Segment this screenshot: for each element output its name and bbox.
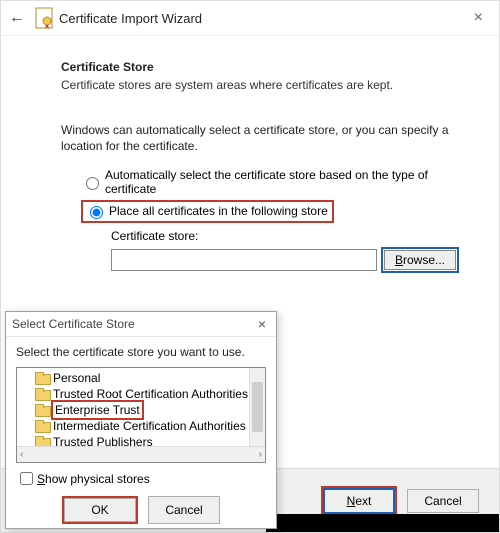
browse-highlight: Browse... [381, 247, 459, 273]
folder-icon [35, 404, 49, 416]
modal-title: Select Certificate Store [12, 317, 135, 331]
folder-icon [35, 372, 49, 384]
wizard-window: ← Certificate Import Wizard × Certificat… [1, 1, 499, 532]
store-label: Certificate store: [111, 229, 459, 243]
ok-highlight: OK [62, 496, 138, 524]
modal-instruction: Select the certificate store you want to… [16, 345, 266, 359]
folder-icon [35, 388, 49, 400]
radio-place-label: Place all certificates in the following … [109, 204, 328, 218]
tree-scrollbar-horizontal[interactable]: ‹› [17, 446, 265, 462]
modal-titlebar: Select Certificate Store × [6, 312, 276, 337]
next-highlight: Next [321, 486, 397, 516]
content-area: Certificate Store Certificate stores are… [1, 36, 499, 283]
select-store-dialog: Select Certificate Store × Select the ce… [5, 311, 277, 529]
section-sub: Certificate stores are system areas wher… [61, 78, 459, 92]
radio-auto-select[interactable]: Automatically select the certificate sto… [81, 168, 459, 196]
next-button[interactable]: Next [323, 488, 395, 514]
modal-cancel-button[interactable]: Cancel [148, 496, 220, 524]
cancel-button[interactable]: Cancel [407, 489, 479, 513]
certificate-icon [35, 7, 53, 29]
wizard-title: Certificate Import Wizard [59, 11, 202, 26]
modal-close-icon[interactable]: × [254, 316, 270, 332]
close-icon[interactable]: × [466, 9, 491, 27]
tree-scrollbar-vertical[interactable] [249, 368, 265, 446]
browse-button[interactable]: Browse... [384, 250, 456, 270]
back-icon[interactable]: ← [9, 9, 25, 27]
tree-item-intermediate[interactable]: Intermediate Certification Authorities [35, 418, 265, 434]
tree-item-enterprise-trust[interactable]: Enterprise Trust [35, 402, 265, 418]
tree-item-personal[interactable]: Personal [35, 370, 265, 386]
ok-button[interactable]: OK [64, 498, 136, 522]
show-physical-stores-checkbox[interactable]: Show physical stores [16, 469, 266, 488]
radio-place-all[interactable]: Place all certificates in the following … [81, 200, 334, 223]
auto-select-description: Windows can automatically select a certi… [61, 122, 459, 154]
store-tree[interactable]: Personal Trusted Root Certification Auth… [16, 367, 266, 463]
section-heading: Certificate Store [61, 60, 459, 74]
titlebar: ← Certificate Import Wizard × [1, 1, 499, 36]
certificate-store-input[interactable] [111, 249, 377, 271]
folder-icon [35, 420, 49, 432]
bottom-black-strip [266, 514, 499, 532]
radio-auto-label: Automatically select the certificate sto… [105, 168, 459, 196]
